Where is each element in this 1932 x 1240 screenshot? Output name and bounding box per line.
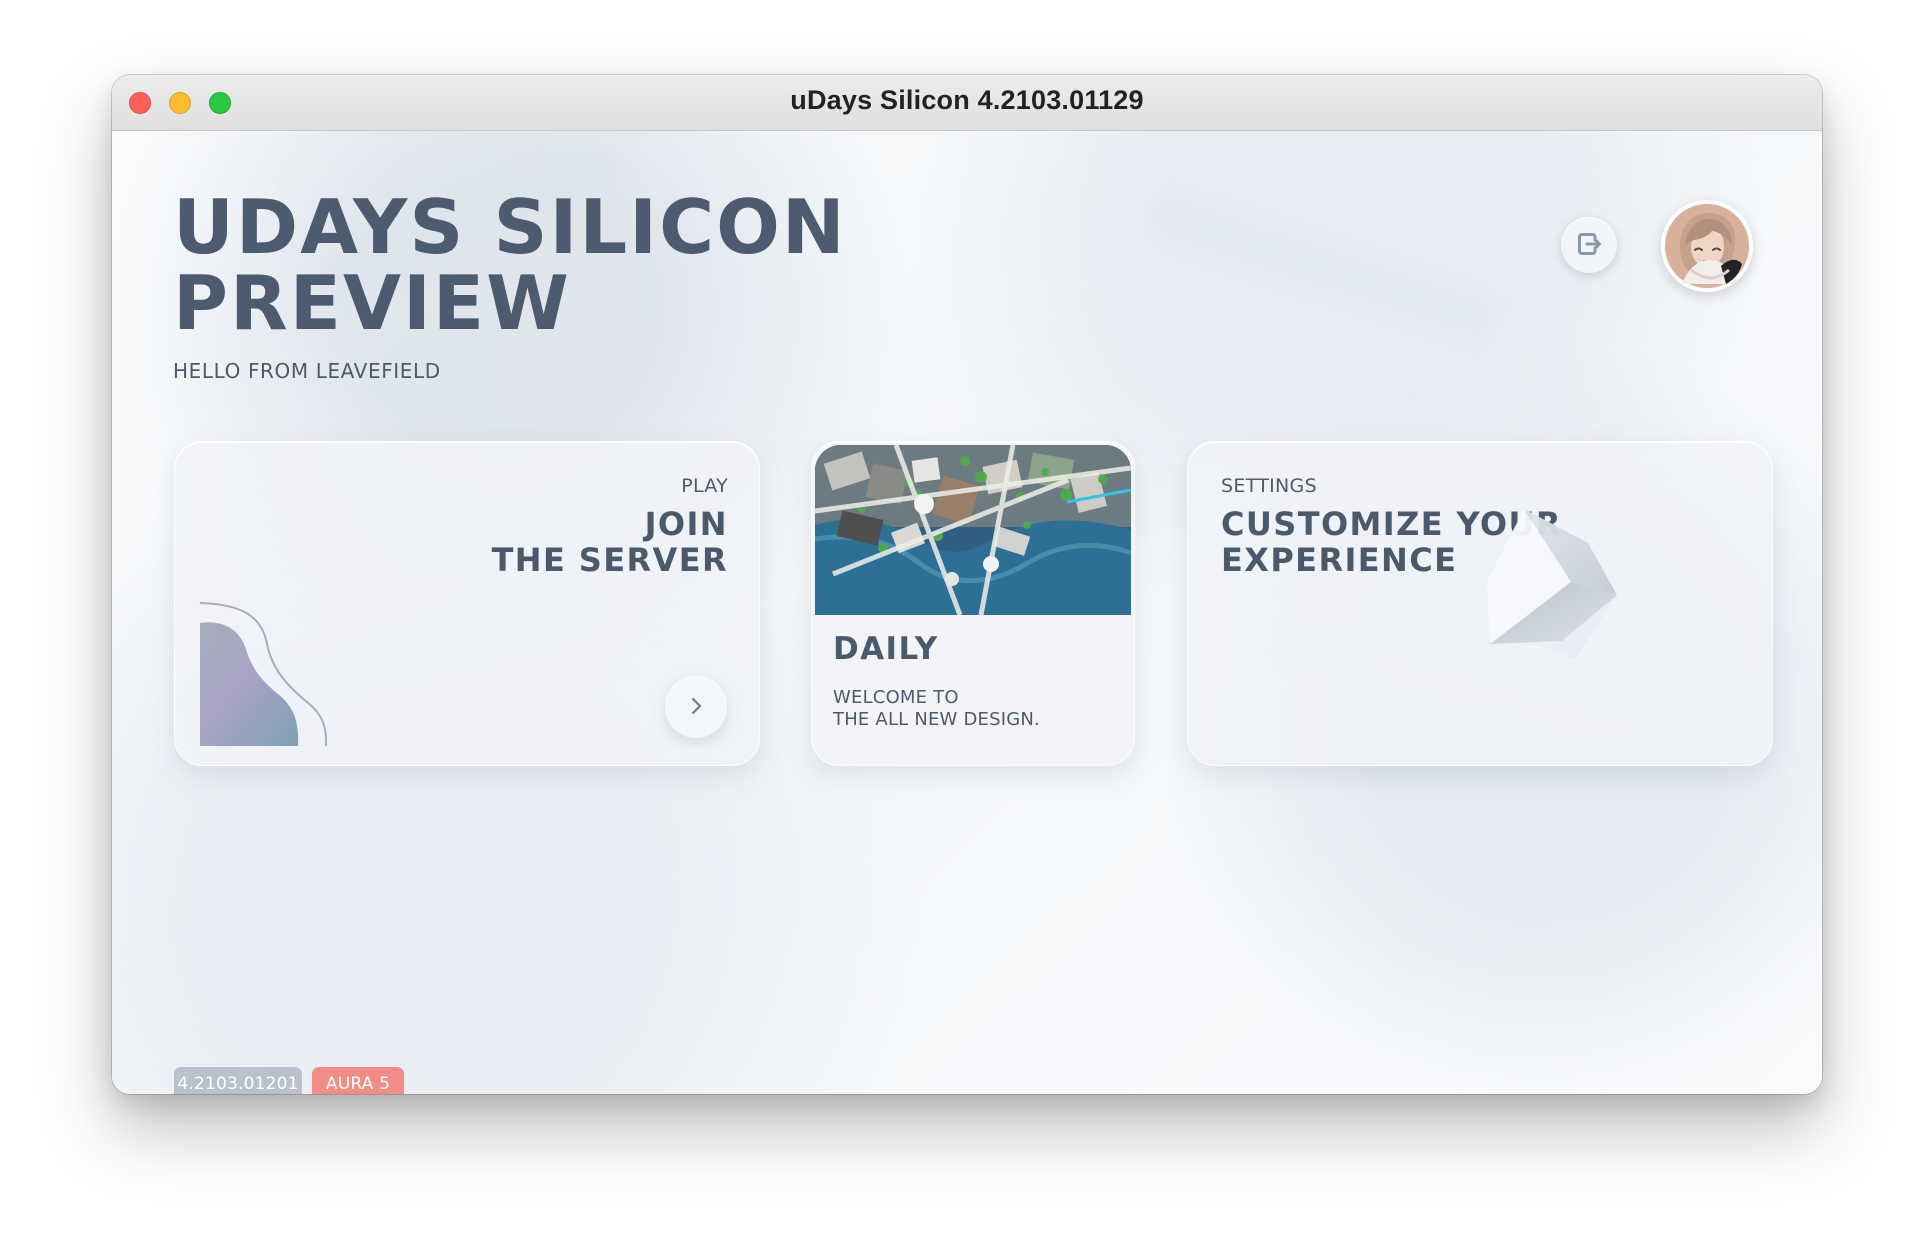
logout-icon [1574,229,1604,262]
background-shadow [1145,194,1499,340]
play-title: JOIN THE SERVER [492,506,728,578]
play-card[interactable]: PLAY JOIN THE SERVER [174,441,760,766]
daily-description-line: THE ALL NEW DESIGN. [833,709,1040,730]
aura-badge: AURA 5 [312,1067,404,1094]
daily-description: WELCOME TO THE ALL NEW DESIGN. [833,687,1093,731]
window-titlebar[interactable]: uDays Silicon 4.2103.01129 [112,75,1822,131]
chevron-right-icon [684,694,708,721]
play-title-line: JOIN [644,505,728,543]
logout-button[interactable] [1561,217,1617,273]
settings-eyebrow: SETTINGS [1221,475,1317,497]
play-eyebrow: PLAY [681,475,728,497]
profile-avatar[interactable] [1661,200,1753,292]
daily-card[interactable]: DAILY WELCOME TO THE ALL NEW DESIGN. [811,441,1135,766]
settings-cube-icon [1487,509,1617,659]
play-title-line: THE SERVER [491,541,728,579]
play-decorative-shape [199,602,327,747]
daily-city-image [815,445,1131,615]
settings-title-line: EXPERIENCE [1221,541,1458,579]
page-subtitle: HELLO FROM LEAVEFIELD [173,359,441,383]
launcher-home: UDAYS SILICON PREVIEW HELLO FROM LEAVEFI… [112,131,1822,1094]
page-title-line: UDAYS SILICON [173,183,847,271]
play-arrow-button[interactable] [665,676,727,738]
daily-description-line: WELCOME TO [833,687,959,708]
screen: uDays Silicon 4.2103.01129 UDAYS SILICON… [0,0,1932,1240]
window-title: uDays Silicon 4.2103.01129 [790,85,1144,115]
settings-card[interactable]: SETTINGS CUSTOMIZE YOUR EXPERIENCE [1187,441,1773,766]
app-window: uDays Silicon 4.2103.01129 UDAYS SILICON… [112,75,1822,1094]
page-title-line: PREVIEW [173,259,571,347]
daily-title: DAILY [833,631,939,667]
version-badge: 4.2103.01201 [174,1067,302,1094]
